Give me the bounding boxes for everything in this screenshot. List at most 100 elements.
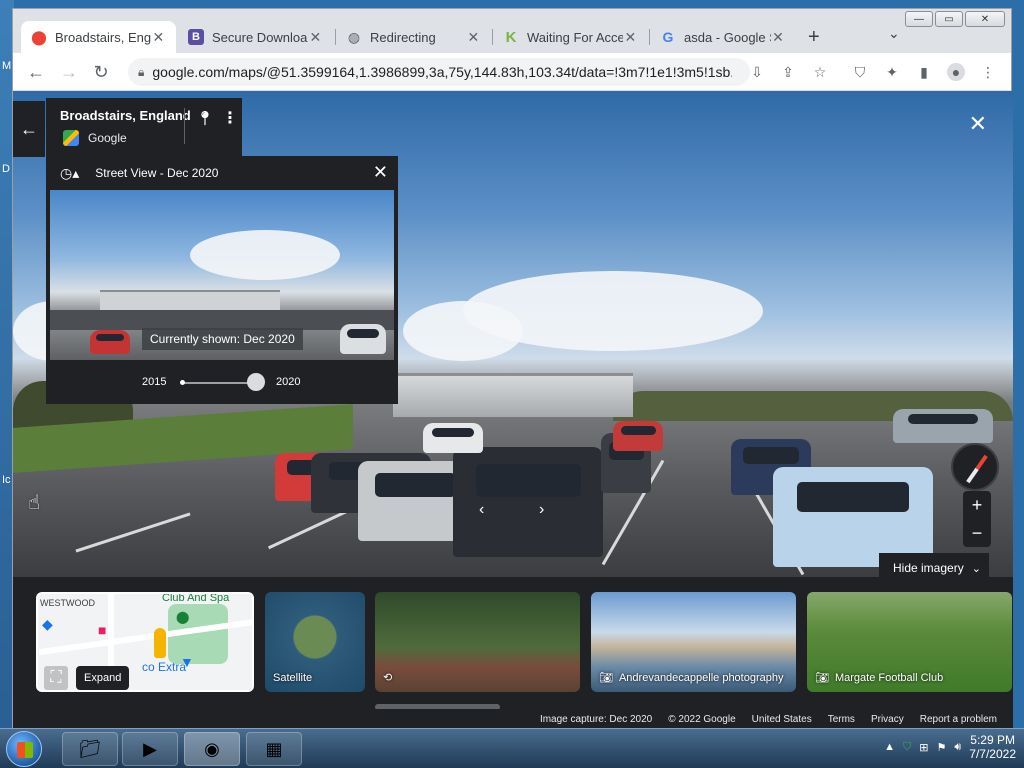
cloud: [403, 301, 523, 361]
close-tab-icon[interactable]: ✕: [771, 29, 785, 46]
media-player-icon[interactable]: ▶: [122, 732, 178, 766]
parked-car: [893, 409, 993, 443]
privacy-link[interactable]: Privacy: [871, 714, 904, 725]
share-icon[interactable]: ⇪: [779, 63, 797, 81]
desktop-icon-label[interactable]: Ic: [2, 474, 11, 486]
tab-search-chevron-icon[interactable]: ⌄: [888, 25, 900, 42]
time-machine-panel: ◷▴ Street View - Dec 2020 ✕ Currently sh…: [46, 156, 398, 404]
tab-asda-google[interactable]: G asda - Google Se ✕: [650, 21, 795, 53]
b-logo-icon: B: [188, 29, 204, 45]
year-start-label: 2015: [142, 376, 167, 388]
place-name[interactable]: Broadstairs, England: [60, 108, 191, 123]
tray-expand-icon[interactable]: ▲: [884, 741, 895, 753]
zoom-controls: + −: [963, 491, 991, 547]
cart-icon: ▼: [180, 654, 194, 670]
nav-prev-arrow[interactable]: ‹: [479, 501, 484, 519]
lock-icon: 🔒︎: [138, 64, 145, 79]
tab-redirecting[interactable]: ◍ Redirecting ✕: [336, 21, 491, 53]
location-pin-icon[interactable]: 📍︎: [196, 110, 214, 127]
profile-avatar-icon[interactable]: ●: [947, 63, 965, 81]
tab-broadstairs[interactable]: ⬤ Broadstairs, Engl ✕: [21, 21, 176, 53]
maps-footer: Image capture: Dec 2020 © 2022 Google Un…: [13, 709, 1013, 729]
maps-pin-icon: ⬤: [31, 28, 47, 45]
install-app-icon[interactable]: ⇩: [748, 63, 766, 81]
park-pin-icon: ⬤: [176, 610, 190, 624]
close-time-machine-button[interactable]: ✕: [373, 162, 388, 183]
currently-shown-label: Currently shown: Dec 2020: [142, 328, 303, 350]
security-shield-icon[interactable]: ⛉: [903, 741, 911, 754]
network-icon[interactable]: ⊞: [919, 741, 928, 754]
mini-map[interactable]: WESTWOOD Club And Spa co Extra ⬤ ■ ◆ ▼ ⛶…: [36, 592, 254, 692]
new-tab-button[interactable]: +: [808, 26, 820, 49]
action-center-flag-icon[interactable]: ⚑: [936, 741, 946, 754]
reload-icon[interactable]: ↻: [90, 61, 112, 83]
close-tab-icon[interactable]: ✕: [151, 29, 166, 46]
slider-track[interactable]: [182, 382, 256, 384]
history-clock-icon[interactable]: ◷▴: [60, 165, 79, 182]
parked-car: [90, 330, 130, 354]
nav-next-arrow[interactable]: ›: [539, 501, 544, 519]
divider: [184, 108, 185, 144]
extensions-puzzle-icon[interactable]: ✦: [883, 63, 901, 81]
image-capture-date: Image capture: Dec 2020: [539, 713, 653, 725]
close-tab-icon[interactable]: ✕: [308, 29, 323, 46]
window-close-button[interactable]: ✕: [965, 11, 1005, 27]
menu-kebab-icon[interactable]: ⋮: [979, 63, 997, 81]
terms-link[interactable]: Terms: [828, 714, 855, 725]
more-options-icon[interactable]: ⋮: [222, 108, 238, 128]
map-label-westwood: WESTWOOD: [40, 598, 95, 608]
expand-icon[interactable]: ⛶: [44, 666, 68, 690]
year-slider[interactable]: 2015 2020: [46, 368, 398, 398]
system-tray: ▲ ⛉ ⊞ ⚑ 🔊︎ 5:29 PM 7/7/2022: [884, 733, 1016, 761]
close-tab-icon[interactable]: ✕: [623, 29, 638, 46]
copyright: © 2022 Google: [668, 713, 736, 725]
control-panel-icon[interactable]: ▦: [246, 732, 302, 766]
address-bar[interactable]: 🔒︎ google.com/maps/@51.3599164,1.3986899…: [128, 58, 750, 86]
chrome-taskbar-icon[interactable]: ◉: [184, 732, 240, 766]
thumbnail-label: Satellite: [273, 672, 313, 684]
forward-arrow-icon[interactable]: →: [58, 61, 80, 83]
cloud: [190, 230, 340, 280]
hand-cursor-icon: ☝: [28, 492, 41, 514]
thumbnail-label: 📷︎ Andrevandecappelle photography: [599, 671, 784, 685]
zoom-in-button[interactable]: +: [963, 491, 991, 519]
desktop-icon-label[interactable]: M: [2, 60, 11, 72]
report-problem-link[interactable]: Report a problem: [920, 714, 997, 725]
hotel-bed-icon: ■: [98, 622, 107, 638]
satellite-thumbnail[interactable]: Satellite: [265, 592, 365, 692]
close-street-view-button[interactable]: ✕: [969, 111, 987, 137]
start-button[interactable]: [6, 731, 42, 767]
maximize-button[interactable]: ▭: [935, 11, 963, 27]
compass-button[interactable]: [951, 443, 999, 491]
close-tab-icon[interactable]: ✕: [466, 29, 481, 46]
parked-car: [340, 324, 386, 354]
slider-knob[interactable]: [247, 373, 265, 391]
desktop-icon-label[interactable]: D: [2, 163, 10, 175]
bookmark-star-icon[interactable]: ☆: [811, 63, 829, 81]
parked-car: [613, 421, 663, 451]
slider-stop[interactable]: [180, 380, 185, 385]
extension-shield-icon[interactable]: ⛉: [851, 63, 869, 81]
time-machine-header: ◷▴ Street View - Dec 2020 ✕: [46, 156, 398, 190]
volume-icon[interactable]: 🔊︎: [954, 741, 961, 754]
back-arrow-icon[interactable]: ←: [25, 61, 47, 83]
back-arrow-button[interactable]: ←: [13, 101, 45, 157]
side-panel-icon[interactable]: ▮: [915, 63, 933, 81]
forest-thumbnail[interactable]: ⟲: [375, 592, 580, 692]
system-clock[interactable]: 5:29 PM 7/7/2022: [969, 733, 1016, 761]
time-machine-title: Street View - Dec 2020: [95, 166, 219, 180]
year-end-label: 2020: [276, 376, 301, 388]
provider-label: Google: [88, 131, 127, 145]
place-card: Broadstairs, England Google 📍︎ ⋮: [46, 98, 242, 156]
harbour-photo-thumbnail[interactable]: 📷︎ Andrevandecappelle photography: [591, 592, 796, 692]
football-club-thumbnail[interactable]: 📷︎ Margate Football Club: [807, 592, 1012, 692]
tab-waiting[interactable]: K Waiting For Acce ✕: [493, 21, 648, 53]
region-link[interactable]: United States: [752, 714, 812, 725]
parked-car: [423, 423, 483, 453]
tab-secure-download[interactable]: B Secure Downloa ✕: [178, 21, 333, 53]
zoom-out-button[interactable]: −: [963, 519, 991, 547]
file-explorer-icon[interactable]: 📁︎: [62, 732, 118, 766]
street-view-panorama[interactable]: ‹ › ✕ ← Broadstairs, England Google 📍︎ ⋮…: [13, 91, 1013, 577]
minimize-button[interactable]: —: [905, 11, 933, 27]
hide-imagery-button[interactable]: Hide imagery ⌄: [879, 553, 989, 577]
